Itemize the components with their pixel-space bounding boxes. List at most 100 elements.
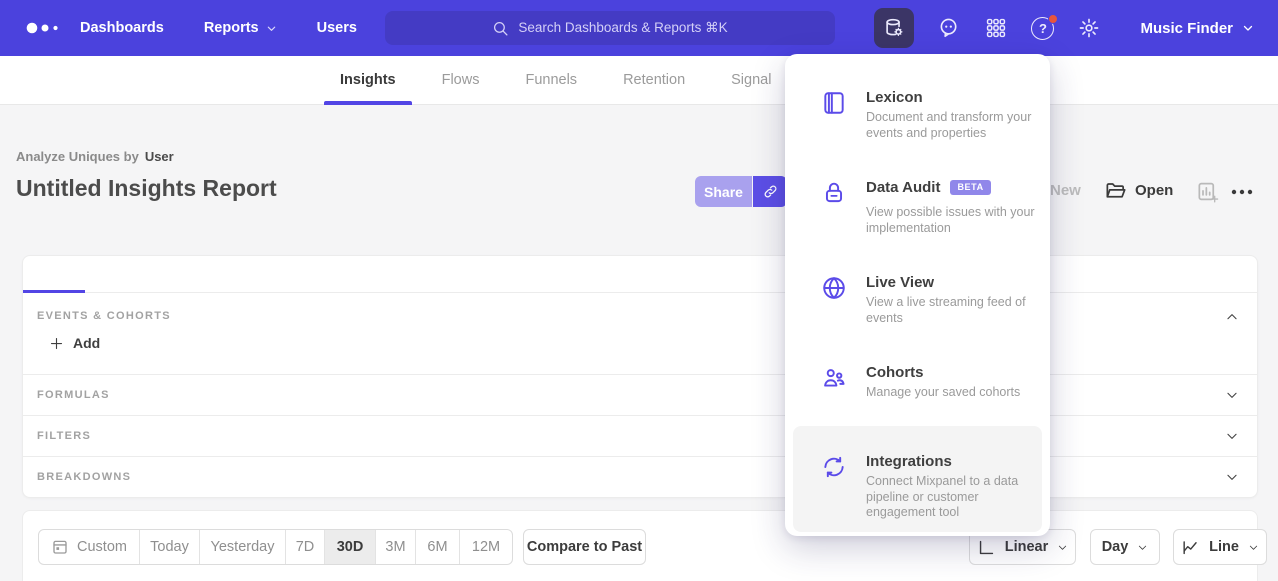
range-6m[interactable]: 6M: [416, 530, 460, 564]
range-yesterday[interactable]: Yesterday: [200, 530, 286, 564]
expand-section-button[interactable]: [1225, 429, 1239, 443]
folder-open-icon: [1104, 179, 1127, 202]
apps-grid-icon[interactable]: [984, 16, 1008, 40]
range-label: 3M: [385, 539, 405, 555]
menu-item-description: Document and transform your events and p…: [866, 110, 1048, 141]
menu-item-live-view[interactable]: Live View View a live streaming feed of …: [821, 273, 1048, 326]
analyze-subtitle: Analyze Uniques by User: [16, 149, 174, 164]
menu-item-text: Data Audit BETA View possible issues wit…: [866, 178, 1048, 236]
page-title[interactable]: Untitled Insights Report: [16, 175, 277, 202]
tab-signal[interactable]: Signal: [715, 56, 787, 105]
menu-item-integrations[interactable]: Integrations Connect Mixpanel to a data …: [821, 452, 1048, 521]
chevron-up-icon: [1225, 310, 1239, 324]
new-report-button[interactable]: New: [1050, 182, 1081, 199]
tab-retention[interactable]: Retention: [607, 56, 701, 105]
chevron-down-icon: [1248, 542, 1259, 553]
notification-dot: [1048, 14, 1058, 24]
interval-dropdown[interactable]: Day: [1090, 529, 1160, 565]
range-30d-selected[interactable]: 30D: [325, 530, 376, 564]
range-custom[interactable]: Custom: [39, 530, 140, 564]
menu-item-description: View possible issues with your implement…: [866, 205, 1048, 236]
menu-item-text: Lexicon Document and transform your even…: [866, 88, 1048, 141]
tab-label: Retention: [623, 72, 685, 88]
tab-label: Flows: [442, 72, 480, 88]
nav-link-dashboards[interactable]: Dashboards: [80, 20, 164, 36]
tab-flows[interactable]: Flows: [426, 56, 496, 105]
nav-link-label: Reports: [204, 20, 259, 36]
menu-item-title: Data Audit: [866, 178, 940, 197]
chevron-down-icon: [1242, 22, 1254, 34]
cohorts-icon: [821, 365, 847, 391]
scale-label: Linear: [1005, 539, 1049, 555]
nav-link-label: Users: [317, 20, 357, 36]
nav-link-label: Dashboards: [80, 20, 164, 36]
section-breakdowns[interactable]: BREAKDOWNS: [23, 456, 1257, 497]
active-tab-underline: [324, 101, 412, 105]
calendar-icon: [51, 538, 69, 556]
section-label: BREAKDOWNS: [37, 471, 131, 483]
search-input[interactable]: Search Dashboards & Reports ⌘K: [385, 11, 835, 45]
menu-item-cohorts[interactable]: Cohorts Manage your saved cohorts: [821, 363, 1048, 401]
expand-section-button[interactable]: [1225, 470, 1239, 484]
help-icon[interactable]: ?: [1031, 17, 1054, 40]
globe-icon: [821, 275, 847, 301]
menu-item-lexicon[interactable]: Lexicon Document and transform your even…: [821, 88, 1048, 141]
menu-item-text: Integrations Connect Mixpanel to a data …: [866, 452, 1048, 521]
book-icon: [821, 90, 847, 116]
analyze-prefix: Analyze Uniques by: [16, 149, 139, 164]
plus-icon: [49, 336, 64, 351]
range-12m[interactable]: 12M: [460, 530, 512, 564]
tab-label: Insights: [340, 72, 396, 88]
tab-metrics-icon[interactable]: [31, 263, 57, 287]
section-label: EVENTS & COHORTS: [37, 310, 171, 322]
date-range-segmented-control: Custom Today Yesterday 7D 30D 3M 6M 12M: [38, 529, 513, 565]
range-7d[interactable]: 7D: [286, 530, 325, 564]
line-chart-icon: [1181, 538, 1200, 557]
section-label: FILTERS: [37, 430, 91, 442]
project-selector[interactable]: Music Finder: [1140, 20, 1254, 37]
menu-item-data-audit[interactable]: Data Audit BETA View possible issues wit…: [821, 178, 1048, 236]
menu-item-title: Lexicon: [866, 88, 923, 107]
range-label: 30D: [337, 539, 364, 555]
section-formulas[interactable]: FORMULAS: [23, 374, 1257, 415]
range-label: Custom: [77, 539, 127, 555]
interval-label: Day: [1102, 539, 1129, 555]
menu-item-title: Integrations: [866, 452, 952, 471]
collapse-section-button[interactable]: [1225, 310, 1239, 324]
mixpanel-logo-icon[interactable]: [26, 21, 66, 35]
add-label: Add: [73, 335, 100, 351]
messages-icon[interactable]: [937, 16, 961, 40]
nav-link-users[interactable]: Users: [317, 20, 357, 36]
analyze-entity-selector[interactable]: User: [145, 149, 174, 164]
add-event-button[interactable]: Add: [49, 335, 100, 351]
tab-insights[interactable]: Insights: [324, 56, 412, 105]
search-placeholder: Search Dashboards & Reports ⌘K: [518, 20, 727, 36]
settings-gear-icon[interactable]: [1077, 16, 1101, 40]
open-report-button[interactable]: Open: [1104, 179, 1173, 202]
compare-label: Compare to Past: [527, 539, 642, 555]
data-management-dropdown: Lexicon Document and transform your even…: [785, 54, 1050, 536]
range-today[interactable]: Today: [140, 530, 200, 564]
range-3m[interactable]: 3M: [376, 530, 416, 564]
open-label: Open: [1135, 182, 1173, 199]
nav-links: Dashboards Reports Users: [80, 0, 357, 56]
copy-link-button[interactable]: [753, 176, 787, 207]
expand-section-button[interactable]: [1225, 388, 1239, 402]
range-label: 7D: [296, 539, 315, 555]
beta-badge: BETA: [950, 180, 990, 195]
range-label: Yesterday: [211, 539, 275, 555]
query-builder-panel: EVENTS & COHORTS Add FORMULAS FILTERS BR…: [22, 255, 1258, 498]
menu-item-title: Cohorts: [866, 363, 924, 382]
chart-type-dropdown[interactable]: Line: [1173, 529, 1267, 565]
menu-item-title: Live View: [866, 273, 934, 292]
more-options-button[interactable]: [1230, 185, 1254, 203]
add-to-dashboard-icon[interactable]: [1196, 180, 1219, 203]
nav-link-reports[interactable]: Reports: [204, 20, 277, 36]
share-button[interactable]: Share: [695, 176, 752, 207]
section-filters[interactable]: FILTERS: [23, 415, 1257, 456]
chevron-down-icon: [1225, 388, 1239, 402]
tab-funnels[interactable]: Funnels: [509, 56, 593, 105]
data-management-icon[interactable]: [874, 8, 914, 48]
tab-profiles-icon[interactable]: [77, 263, 103, 287]
compare-to-past-button[interactable]: Compare to Past: [523, 529, 646, 565]
